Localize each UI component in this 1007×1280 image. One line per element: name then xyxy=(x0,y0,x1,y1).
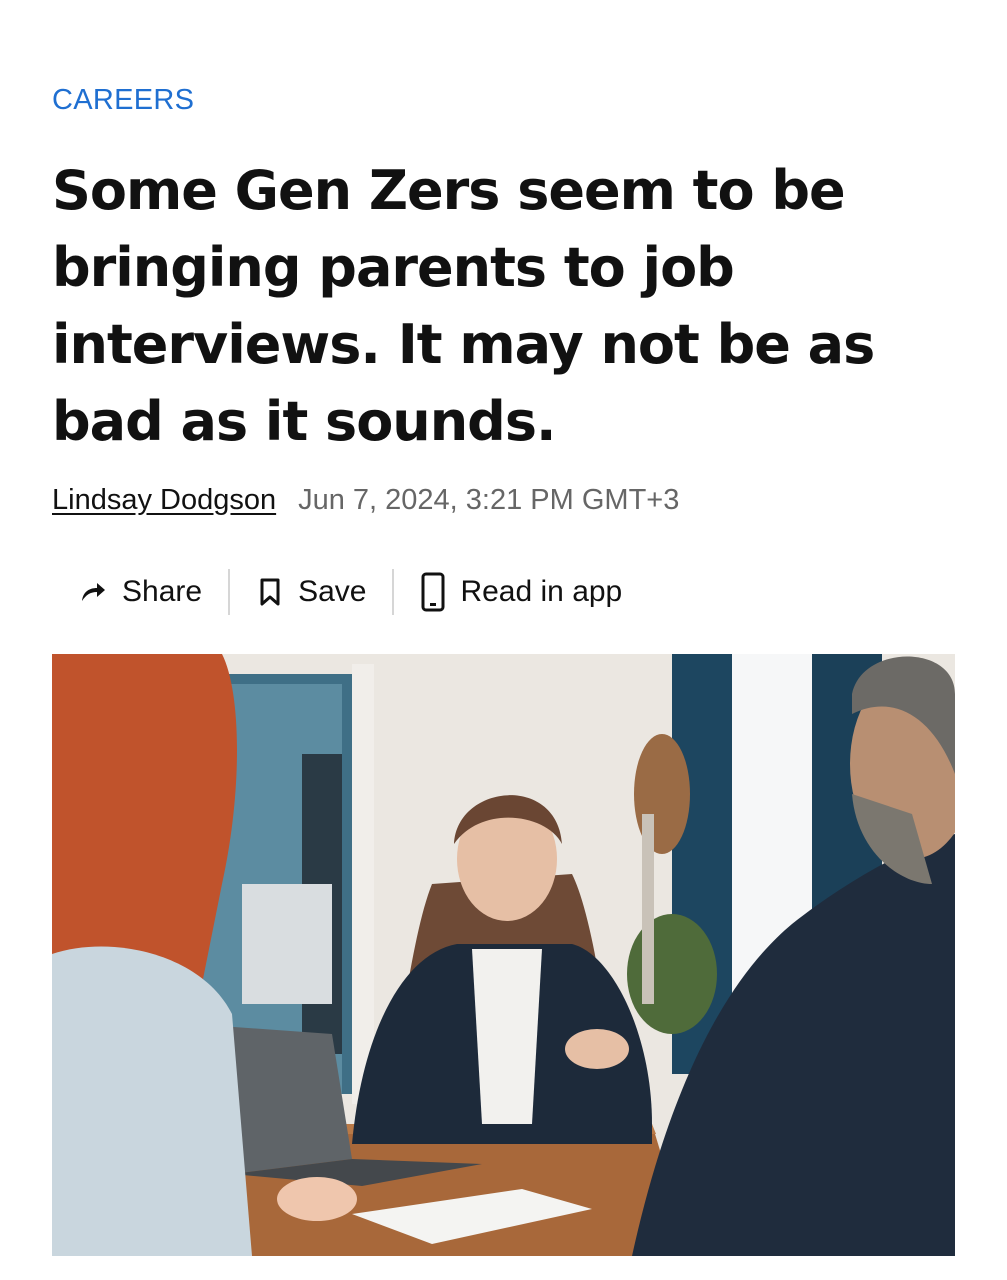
save-label: Save xyxy=(298,575,367,608)
share-button[interactable]: Share xyxy=(52,575,228,609)
author-link[interactable]: Lindsay Dodgson xyxy=(52,484,276,517)
read-in-app-button[interactable]: Read in app xyxy=(394,572,648,612)
category-link[interactable]: CAREERS xyxy=(52,84,194,117)
article-actions: Share Save Read in app xyxy=(52,566,648,618)
share-label: Share xyxy=(122,575,203,608)
article-headline: Some Gen Zers seem to be bringing parent… xyxy=(52,159,875,453)
share-arrow-icon xyxy=(78,577,108,607)
publish-date: Jun 7, 2024, 3:21 PM GMT+3 xyxy=(298,484,680,516)
save-button[interactable]: Save xyxy=(230,575,392,609)
read-in-app-label: Read in app xyxy=(460,575,623,608)
byline: Lindsay Dodgson Jun 7, 2024, 3:21 PM GMT… xyxy=(52,484,679,517)
phone-icon xyxy=(420,572,446,612)
bookmark-icon xyxy=(256,577,284,607)
hero-image xyxy=(52,654,955,1256)
